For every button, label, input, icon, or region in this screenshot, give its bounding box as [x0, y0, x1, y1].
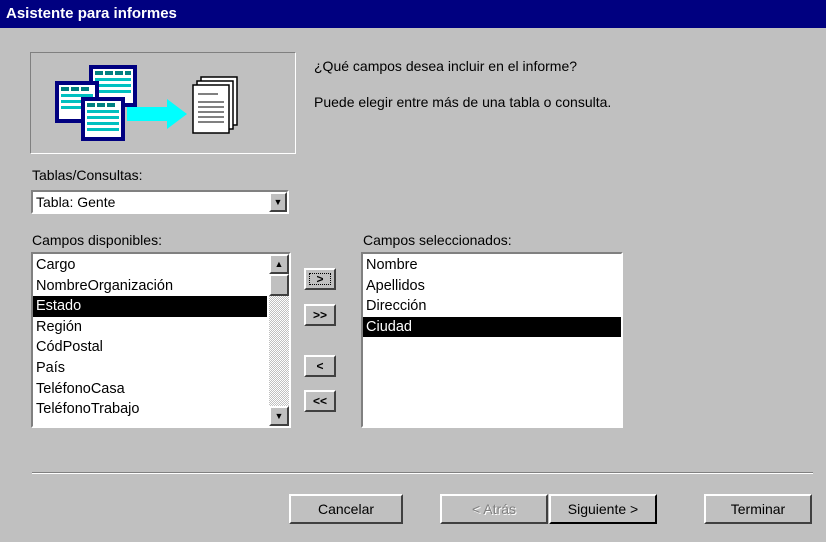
available-fields-label: Campos disponibles: [32, 232, 162, 248]
available-field-item[interactable]: TeléfonoTrabajo [33, 399, 267, 420]
prompt-question: ¿Qué campos desea incluir en el informe? [314, 58, 578, 74]
available-field-item[interactable]: CódPostal [33, 337, 267, 358]
window-title: Asistente para informes [6, 5, 177, 22]
wizard-illustration [30, 52, 296, 154]
available-field-item[interactable]: Región [33, 317, 267, 338]
scroll-up-icon[interactable]: ▲ [269, 254, 289, 274]
available-field-item[interactable]: País [33, 358, 267, 379]
add-all-button[interactable]: >> [304, 304, 336, 326]
chevron-down-icon[interactable]: ▼ [269, 192, 287, 212]
selected-fields-items: Nombre Apellidos Dirección Ciudad [363, 255, 621, 338]
selected-field-item[interactable]: Dirección [363, 296, 621, 317]
next-button[interactable]: Siguiente > [549, 494, 657, 524]
finish-button[interactable]: Terminar [704, 494, 812, 524]
available-fields-scrollbar[interactable]: ▲ ▼ [269, 254, 289, 426]
available-field-item[interactable]: NombreOrganización [33, 276, 267, 297]
tables-combobox-value: Tabla: Gente [36, 194, 116, 210]
selected-field-item[interactable]: Ciudad [363, 316, 621, 338]
available-field-item[interactable]: Estado [33, 296, 267, 317]
back-button[interactable]: < Atrás [440, 494, 548, 524]
selected-field-item[interactable]: Nombre [363, 255, 621, 276]
tables-combobox[interactable]: Tabla: Gente ▼ [31, 190, 289, 214]
scroll-down-icon[interactable]: ▼ [269, 406, 289, 426]
available-field-item[interactable]: TeléfonoCasa [33, 379, 267, 400]
cancel-button[interactable]: Cancelar [289, 494, 403, 524]
scroll-thumb[interactable] [269, 274, 289, 296]
selected-field-item[interactable]: Apellidos [363, 276, 621, 297]
tables-label: Tablas/Consultas: [32, 167, 143, 183]
remove-one-button[interactable]: < [304, 355, 336, 377]
available-fields-list[interactable]: Cargo NombreOrganización Estado Región CódPo… [31, 252, 291, 428]
selected-fields-label: Campos seleccionados: [363, 232, 512, 248]
separator [32, 472, 813, 474]
available-field-item[interactable]: Cargo [33, 255, 267, 276]
title-bar: Asistente para informes [0, 0, 826, 28]
prompt-hint: Puede elegir entre más de una tabla o co… [314, 94, 612, 110]
selected-fields-list[interactable]: Nombre Apellidos Dirección Ciudad [361, 252, 623, 428]
remove-all-button[interactable]: << [304, 390, 336, 412]
report-wizard-illustration-icon [55, 65, 238, 141]
available-fields-items: Cargo NombreOrganización Estado Región CódPo… [33, 255, 267, 420]
add-one-button[interactable]: > [304, 268, 336, 290]
